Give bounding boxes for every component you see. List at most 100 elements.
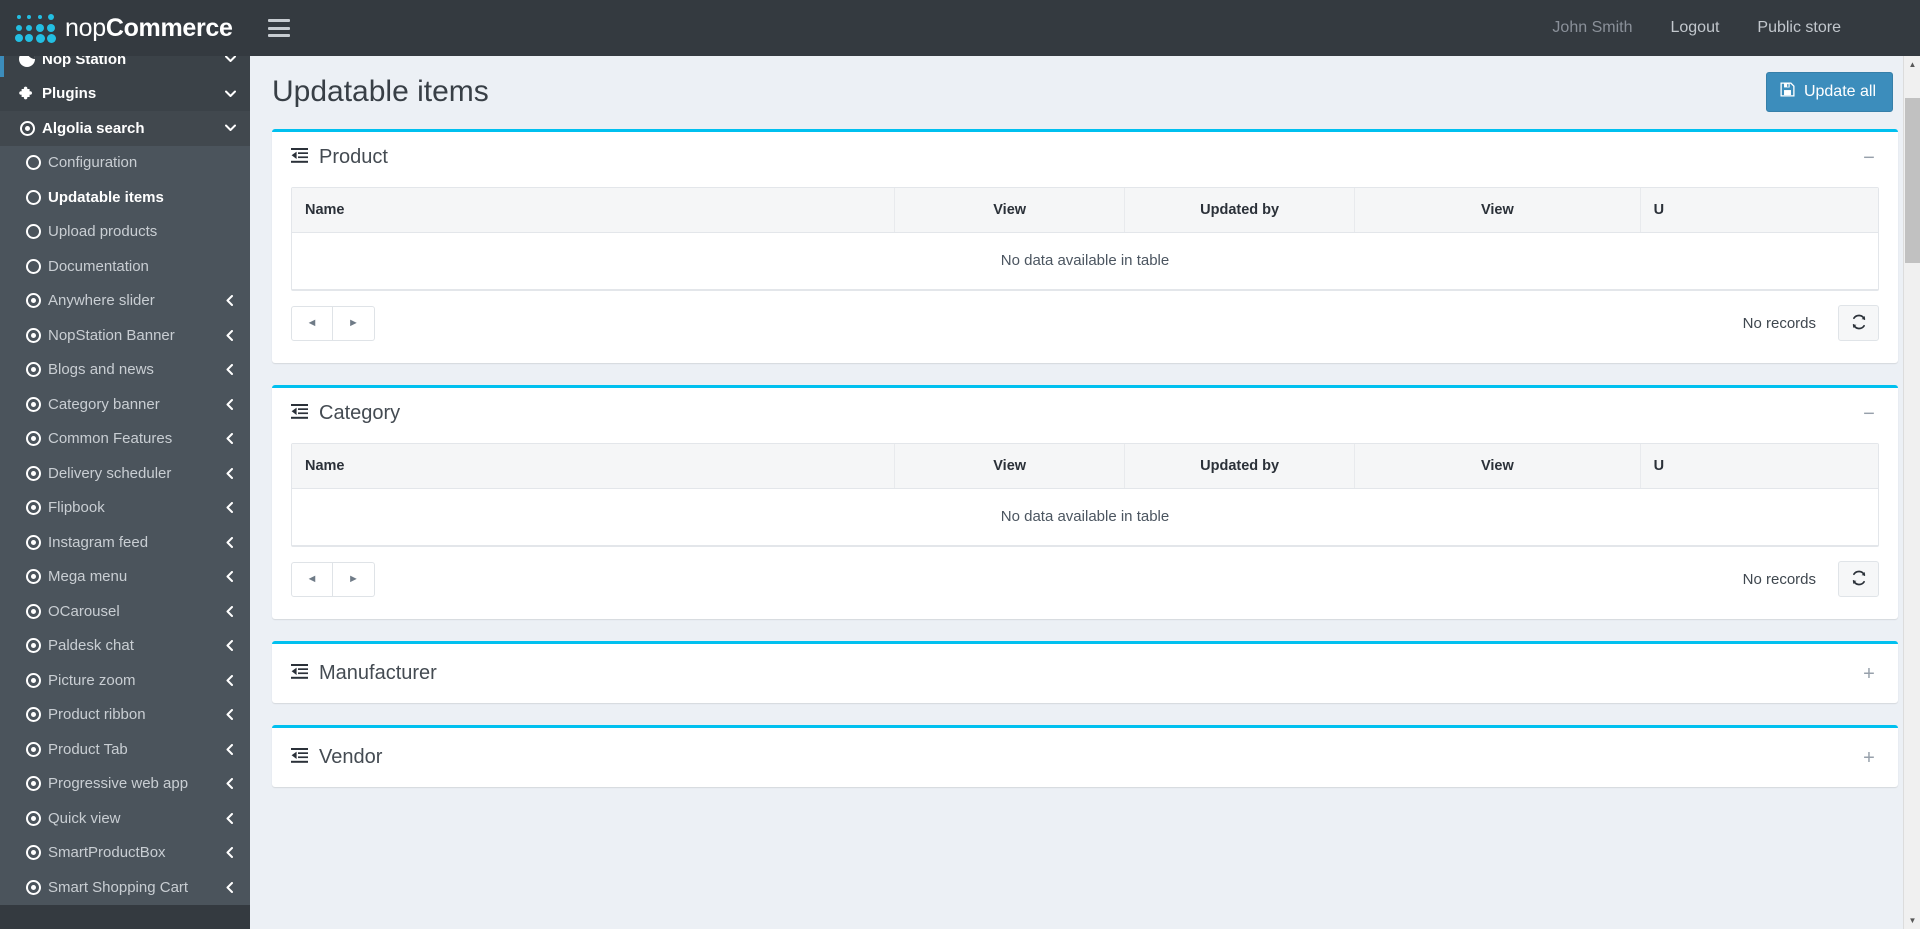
sidebar-item-smartproductbox[interactable]: SmartProductBox bbox=[0, 835, 250, 870]
dot-circle-icon bbox=[20, 396, 46, 412]
chevron-left-icon bbox=[222, 743, 238, 755]
column-header-u[interactable]: U bbox=[1640, 188, 1878, 233]
sidebar-item-nop-station[interactable]: Nop Station bbox=[0, 56, 250, 77]
dot-circle-icon bbox=[20, 431, 46, 447]
circle-icon bbox=[20, 189, 46, 205]
sidebar-item-progressive-web-app[interactable]: Progressive web app bbox=[0, 766, 250, 801]
empty-table-message: No data available in table bbox=[292, 488, 1878, 546]
dot-circle-icon bbox=[20, 638, 46, 654]
sidebar-item-smart-shopping-cart[interactable]: Smart Shopping Cart bbox=[0, 870, 250, 905]
empty-table-message: No data available in table bbox=[292, 232, 1878, 290]
panel-title-group: Category bbox=[291, 402, 400, 425]
chevron-left-icon bbox=[222, 295, 238, 307]
panel-header-product[interactable]: Product − bbox=[272, 132, 1898, 183]
page-vertical-scrollbar[interactable]: ▲ ▼ bbox=[1903, 56, 1920, 929]
sidebar-item-label: Configuration bbox=[48, 154, 138, 172]
chevron-left-icon bbox=[222, 674, 238, 686]
sidebar-item-documentation[interactable]: Documentation bbox=[0, 249, 250, 284]
table-footer: ◄ ► No records bbox=[291, 547, 1879, 597]
chevron-left-icon bbox=[222, 502, 238, 514]
public-store-link[interactable]: Public store bbox=[1738, 0, 1860, 56]
logout-link[interactable]: Logout bbox=[1651, 0, 1738, 56]
brand-name-bold: Commerce bbox=[105, 13, 233, 42]
sidebar-item-configuration[interactable]: Configuration bbox=[0, 145, 250, 180]
dot-circle-icon bbox=[20, 845, 46, 861]
previous-page-button[interactable]: ◄ bbox=[291, 305, 333, 341]
sidebar-item-mega-menu[interactable]: Mega menu bbox=[0, 559, 250, 594]
previous-page-button[interactable]: ◄ bbox=[291, 561, 333, 597]
column-header-view[interactable]: View bbox=[1354, 444, 1641, 489]
sidebar-item-common-features[interactable]: Common Features bbox=[0, 421, 250, 456]
column-header-view[interactable]: View bbox=[894, 444, 1126, 489]
panel-header-manufacturer[interactable]: Manufacturer + bbox=[272, 644, 1898, 703]
column-header-updated-by[interactable]: Updated by bbox=[1124, 444, 1356, 489]
record-count-label: No records bbox=[1742, 570, 1816, 588]
scrollbar-thumb[interactable] bbox=[1905, 98, 1920, 263]
chevron-left-icon bbox=[222, 847, 238, 859]
column-header-view[interactable]: View bbox=[1354, 188, 1641, 233]
sidebar-item-nopstation-banner[interactable]: NopStation Banner bbox=[0, 318, 250, 353]
sidebar-item-algolia-search[interactable]: Algolia search bbox=[0, 111, 250, 146]
column-header-view[interactable]: View bbox=[894, 188, 1126, 233]
panel-collapse-icon[interactable]: − bbox=[1858, 404, 1880, 424]
scroll-up-arrow-icon[interactable]: ▲ bbox=[1904, 56, 1920, 73]
next-page-button[interactable]: ► bbox=[333, 305, 375, 341]
topbar-nav: John Smith Logout Public store bbox=[250, 0, 1920, 56]
sidebar-item-label: Common Features bbox=[48, 430, 173, 448]
sidebar-toggle-icon[interactable] bbox=[268, 19, 290, 37]
update-all-button[interactable]: Update all bbox=[1765, 72, 1893, 112]
dot-circle-icon bbox=[20, 879, 46, 895]
column-header-name[interactable]: Name bbox=[292, 444, 896, 489]
circle-icon bbox=[20, 155, 46, 171]
dot-circle-icon bbox=[20, 569, 46, 585]
data-table-container: Name View Updated by View U No data available… bbox=[291, 187, 1879, 291]
sidebar-item-product-tab[interactable]: Product Tab bbox=[0, 732, 250, 767]
topbar-right-links: John Smith Logout Public store bbox=[1533, 0, 1898, 56]
panel-header-category[interactable]: Category − bbox=[272, 388, 1898, 439]
column-header-u[interactable]: U bbox=[1640, 444, 1878, 489]
sidebar-item-upload-products[interactable]: Upload products bbox=[0, 214, 250, 249]
panel-expand-icon[interactable]: + bbox=[1858, 748, 1880, 768]
dot-circle-icon bbox=[20, 776, 46, 792]
sidebar-item-label: OCarousel bbox=[48, 602, 120, 620]
data-table: Name View Updated by View U No data available… bbox=[292, 444, 1878, 546]
dot-circle-icon bbox=[14, 120, 40, 136]
dot-circle-icon bbox=[20, 741, 46, 757]
sidebar-item-plugins[interactable]: Plugins bbox=[0, 76, 250, 111]
sidebar-item-blogs-and-news[interactable]: Blogs and news bbox=[0, 352, 250, 387]
page-title: Updatable items bbox=[272, 75, 489, 108]
pie-chart-icon bbox=[14, 56, 40, 68]
chevron-left-icon bbox=[222, 812, 238, 824]
table-footer-right: No records bbox=[1743, 561, 1879, 597]
sidebar-item-product-ribbon[interactable]: Product ribbon bbox=[0, 697, 250, 732]
sidebar-item-paldesk-chat[interactable]: Paldesk chat bbox=[0, 628, 250, 663]
settings-gears-icon[interactable] bbox=[1860, 18, 1898, 38]
chevron-left-icon bbox=[222, 571, 238, 583]
next-page-button[interactable]: ► bbox=[333, 561, 375, 597]
refresh-table-button[interactable] bbox=[1838, 305, 1879, 341]
sidebar-item-quick-view[interactable]: Quick view bbox=[0, 801, 250, 836]
dot-circle-icon bbox=[20, 603, 46, 619]
chevron-left-icon bbox=[222, 364, 238, 376]
sidebar-item-delivery-scheduler[interactable]: Delivery scheduler bbox=[0, 456, 250, 491]
data-table-container: Name View Updated by View U No data available… bbox=[291, 443, 1879, 547]
column-header-updated-by[interactable]: Updated by bbox=[1124, 188, 1356, 233]
sidebar-item-flipbook[interactable]: Flipbook bbox=[0, 490, 250, 525]
column-header-name[interactable]: Name bbox=[292, 188, 896, 233]
sidebar-item-instagram-feed[interactable]: Instagram feed bbox=[0, 525, 250, 560]
dot-circle-icon bbox=[20, 293, 46, 309]
panel-collapse-icon[interactable]: − bbox=[1858, 148, 1880, 168]
sidebar-item-label: Blogs and news bbox=[48, 361, 154, 379]
sidebar-item-category-banner[interactable]: Category banner bbox=[0, 387, 250, 422]
scroll-down-arrow-icon[interactable]: ▼ bbox=[1904, 912, 1920, 929]
refresh-table-button[interactable] bbox=[1838, 561, 1879, 597]
brand-logo[interactable]: nopCommerce bbox=[0, 0, 250, 56]
sidebar-item-picture-zoom[interactable]: Picture zoom bbox=[0, 663, 250, 698]
sidebar-item-anywhere-slider[interactable]: Anywhere slider bbox=[0, 283, 250, 318]
panel-header-vendor[interactable]: Vendor + bbox=[272, 728, 1898, 787]
chevron-left-icon bbox=[222, 778, 238, 790]
chevron-left-icon bbox=[222, 605, 238, 617]
panel-expand-icon[interactable]: + bbox=[1858, 664, 1880, 684]
sidebar-item-updatable-items[interactable]: Updatable items bbox=[0, 180, 250, 215]
sidebar-item-ocarousel[interactable]: OCarousel bbox=[0, 594, 250, 629]
